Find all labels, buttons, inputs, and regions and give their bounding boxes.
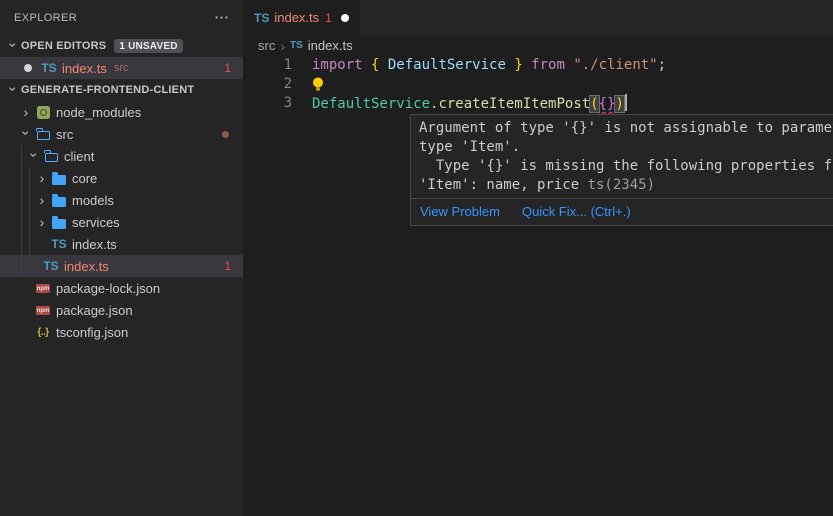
chevron-down-icon[interactable] <box>5 39 21 53</box>
tab-index-ts[interactable]: TS index.ts 1 <box>243 0 360 35</box>
error-hover-tooltip: Argument of type '{}' is not assignable … <box>410 114 833 226</box>
indent-guide <box>29 167 30 255</box>
quick-fix-link[interactable]: Quick Fix... (Ctrl+.) <box>522 204 631 219</box>
tree-item-src[interactable]: src <box>0 123 243 145</box>
project-section-header[interactable]: GENERATE-FRONTEND-CLIENT <box>0 79 243 101</box>
folder-modified-dot-icon <box>222 131 229 138</box>
folder-icon <box>52 197 66 207</box>
error-message: Argument of type '{}' is not assignable … <box>411 115 833 198</box>
unsaved-dot-icon <box>341 14 349 22</box>
npm-icon: npm <box>36 284 50 293</box>
error-count-badge: 1 <box>224 259 231 273</box>
line-number: 3 <box>243 94 292 113</box>
code-line-1: 1 import { DefaultService } from "./clie… <box>243 56 833 75</box>
tab-error-count: 1 <box>325 11 332 25</box>
tree-item-label: tsconfig.json <box>56 325 128 340</box>
tree-item-package-json[interactable]: npm package.json <box>0 299 243 321</box>
tree-item-client-index-ts[interactable]: TS index.ts <box>0 233 243 255</box>
tree-item-label: models <box>72 193 114 208</box>
tree-item-label: core <box>72 171 97 186</box>
breadcrumb-separator-icon: › <box>280 38 285 54</box>
tree-item-models[interactable]: models <box>0 189 243 211</box>
chevron-down-icon[interactable] <box>26 149 42 163</box>
lightbulb-icon[interactable] <box>312 77 324 92</box>
explorer-sidebar: EXPLORER ⋯ OPEN EDITORS 1 UNSAVED TS ind… <box>0 0 243 516</box>
typescript-icon: TS <box>41 61 56 75</box>
more-actions-icon[interactable]: ⋯ <box>214 10 229 25</box>
chevron-right-icon[interactable] <box>34 193 50 207</box>
breadcrumb: src › TS index.ts <box>243 35 833 56</box>
error-squiggle: {} <box>599 96 616 112</box>
json-braces-icon: {..} <box>37 327 48 338</box>
editor-group: TS index.ts 1 src › TS index.ts 1 import… <box>243 0 833 516</box>
code-line-3: 3 DefaultService.createItemItemPost({}) <box>243 94 833 113</box>
folder-open-icon <box>45 153 58 162</box>
chevron-down-icon[interactable] <box>5 83 21 97</box>
tree-item-node-modules[interactable]: node_modules <box>0 101 243 123</box>
chevron-right-icon[interactable] <box>34 215 50 229</box>
tree-item-tsconfig-json[interactable]: {..} tsconfig.json <box>0 321 243 343</box>
open-editors-section-header[interactable]: OPEN EDITORS 1 UNSAVED <box>0 35 243 57</box>
open-editor-file-path: src <box>114 62 129 74</box>
view-problem-link[interactable]: View Problem <box>420 204 500 219</box>
npm-icon: npm <box>36 306 50 315</box>
typescript-icon: TS <box>290 40 303 51</box>
tree-item-label: src <box>56 127 73 142</box>
tree-item-label: services <box>72 215 120 230</box>
tree-item-client[interactable]: client <box>0 145 243 167</box>
error-code: ts(2345) <box>588 177 655 193</box>
typescript-icon: TS <box>254 11 269 25</box>
project-name-label: GENERATE-FRONTEND-CLIENT <box>21 84 194 96</box>
explorer-title: EXPLORER <box>14 12 77 24</box>
code-area[interactable]: 1 import { DefaultService } from "./clie… <box>243 56 833 113</box>
indent-guide <box>21 145 22 277</box>
breadcrumb-file[interactable]: index.ts <box>308 38 353 53</box>
tree-item-label: index.ts <box>64 259 109 274</box>
open-editor-item-index-ts[interactable]: TS index.ts src 1 <box>0 57 243 79</box>
node-modules-folder-icon <box>37 106 50 119</box>
explorer-header: EXPLORER ⋯ <box>0 0 243 35</box>
folder-open-icon <box>37 131 50 140</box>
tab-bar: TS index.ts 1 <box>243 0 833 35</box>
tree-item-src-index-ts[interactable]: TS index.ts 1 <box>0 255 243 277</box>
chevron-down-icon[interactable] <box>18 127 34 141</box>
tree-item-label: package-lock.json <box>56 281 160 296</box>
tree-item-label: index.ts <box>72 237 117 252</box>
folder-icon <box>52 175 66 185</box>
tree-item-core[interactable]: core <box>0 167 243 189</box>
open-editors-label: OPEN EDITORS <box>21 40 106 52</box>
error-count-badge: 1 <box>224 61 231 75</box>
tree-item-label: node_modules <box>56 105 141 120</box>
text-cursor <box>625 94 627 111</box>
tab-label: index.ts <box>274 10 319 25</box>
modified-dot-icon <box>24 64 32 72</box>
open-editor-file-name: index.ts <box>62 61 107 76</box>
hover-action-bar: View Problem Quick Fix... (Ctrl+.) <box>411 198 833 225</box>
line-number: 2 <box>243 75 292 94</box>
line-number: 1 <box>243 56 292 75</box>
folder-icon <box>52 219 66 229</box>
tree-item-services[interactable]: services <box>0 211 243 233</box>
chevron-right-icon[interactable] <box>34 171 50 185</box>
breadcrumb-folder[interactable]: src <box>258 38 275 53</box>
unsaved-count-badge: 1 UNSAVED <box>114 39 182 53</box>
tree-item-label: client <box>64 149 94 164</box>
chevron-right-icon[interactable] <box>18 105 34 119</box>
tree-item-package-lock-json[interactable]: npm package-lock.json <box>0 277 243 299</box>
typescript-icon: TS <box>43 259 58 273</box>
typescript-icon: TS <box>51 237 66 251</box>
tree-item-label: package.json <box>56 303 133 318</box>
code-line-2: 2 <box>243 75 833 94</box>
